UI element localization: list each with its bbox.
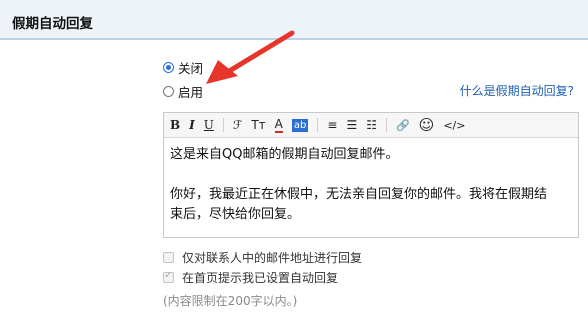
font-size-icon[interactable]: Tт <box>251 116 265 134</box>
underline-button[interactable]: U <box>204 116 214 134</box>
radio-off-label: 关闭 <box>178 61 204 76</box>
radio-on[interactable]: 启用 <box>163 82 203 101</box>
homepage-notice-checkbox[interactable] <box>163 270 174 283</box>
editor-toolbar: B I U ℱ Tт A ab ≡ ☰ ☷ 🔗 ☺ </> <box>164 113 578 138</box>
background-color-icon[interactable]: ab <box>291 118 309 132</box>
editor-line: 束后，尽快给你回复。 <box>170 207 301 222</box>
font-family-icon[interactable]: ℱ <box>233 116 242 134</box>
contacts-only-option[interactable]: 仅对联系人中的邮件地址进行回复 <box>163 249 362 266</box>
bold-button[interactable]: B <box>170 116 180 134</box>
red-arrow-icon <box>206 30 295 84</box>
toolbar-divider <box>317 118 319 132</box>
radio-off-button[interactable] <box>163 62 174 73</box>
reply-editor[interactable]: B I U ℱ Tт A ab ≡ ☰ ☷ 🔗 ☺ </> 这是来自QQ邮箱的假… <box>163 112 579 238</box>
homepage-notice-option[interactable]: 在首页提示我已设置自动回复 <box>163 269 338 286</box>
radio-on-label: 启用 <box>178 85 204 100</box>
content-limit-note: (内容限制在200字以内。) <box>163 294 298 308</box>
contacts-only-checkbox[interactable] <box>163 252 174 263</box>
code-icon[interactable]: </> <box>443 116 465 134</box>
section-title: 假期自动回复 <box>12 16 93 32</box>
editor-line: 这是来自QQ邮箱的假期自动回复邮件。 <box>170 147 399 162</box>
help-link[interactable]: 什么是假期自动回复? <box>460 82 574 99</box>
emoji-icon[interactable]: ☺ <box>419 116 435 134</box>
toolbar-divider <box>222 118 224 132</box>
radio-off[interactable]: 关闭 <box>163 58 203 77</box>
radio-on-button[interactable] <box>163 86 174 97</box>
editor-content[interactable]: 这是来自QQ邮箱的假期自动回复邮件。 你好，我最近正在休假中，无法亲自回复你的邮… <box>164 138 578 232</box>
editor-line: 你好，我最近正在休假中，无法亲自回复你的邮件。我将在假期结 <box>170 187 548 202</box>
contacts-only-label: 仅对联系人中的邮件地址进行回复 <box>182 251 363 265</box>
indent-icon[interactable]: ☷ <box>366 116 377 134</box>
toolbar-divider <box>385 118 387 132</box>
list-icon[interactable]: ☰ <box>346 116 357 134</box>
link-icon[interactable]: 🔗 <box>396 116 410 134</box>
align-icon[interactable]: ≡ <box>327 116 337 134</box>
homepage-notice-label: 在首页提示我已设置自动回复 <box>182 271 339 285</box>
italic-button[interactable]: I <box>189 116 195 134</box>
font-color-icon[interactable]: A <box>274 117 283 133</box>
